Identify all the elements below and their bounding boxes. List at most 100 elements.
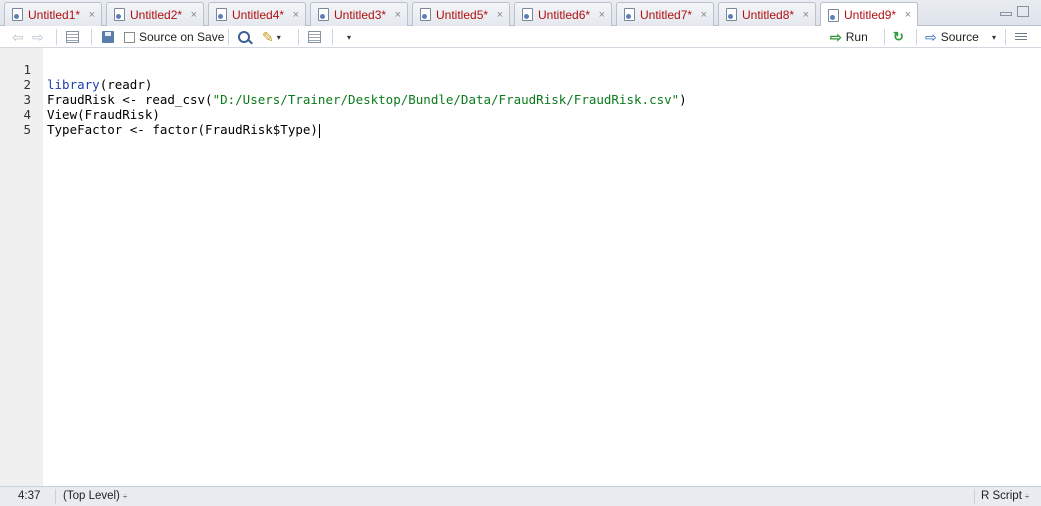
tab-untitled1[interactable]: Untitled1* × bbox=[4, 2, 102, 26]
toolbar-divider bbox=[1005, 29, 1006, 45]
tab-untitled3[interactable]: Untitled3* × bbox=[310, 2, 408, 26]
close-icon[interactable]: × bbox=[390, 9, 401, 21]
r-script-icon bbox=[420, 8, 431, 21]
close-icon[interactable]: × bbox=[84, 9, 95, 21]
close-icon[interactable]: × bbox=[492, 9, 503, 21]
more-options-button[interactable]: ▾ bbox=[344, 29, 351, 45]
status-bar: 4:37 (Top Level) ÷ R Script ÷ bbox=[0, 486, 1041, 506]
chevron-down-icon: ▾ bbox=[276, 32, 281, 42]
up-down-arrows-icon: ÷ bbox=[1024, 492, 1030, 501]
rerun-button[interactable]: ↻ bbox=[893, 29, 904, 45]
code-line[interactable]: 4 TypeFactor <- factor(FraudRisk$Type) bbox=[0, 92, 1041, 138]
tab-untitled2[interactable]: Untitled2* × bbox=[106, 2, 204, 26]
tab-label: Untitled9* bbox=[844, 8, 897, 22]
code-token: TypeFactor <- factor(FraudRisk$Type) bbox=[47, 122, 318, 137]
close-icon[interactable]: × bbox=[798, 9, 809, 21]
toolbar-divider bbox=[56, 29, 57, 45]
save-icon bbox=[102, 31, 114, 43]
code-editor[interactable]: 1 library(readr) 2 FraudRisk <- read_csv… bbox=[0, 48, 1041, 486]
toolbar-divider bbox=[228, 29, 229, 45]
run-label: Run bbox=[845, 30, 868, 44]
code-line[interactable]: 5 bbox=[0, 107, 1041, 137]
source-options-dropdown[interactable]: ▾ bbox=[989, 29, 996, 45]
find-replace-button[interactable] bbox=[238, 29, 250, 45]
toolbar-divider bbox=[91, 29, 92, 45]
document-outline-button[interactable] bbox=[1015, 29, 1027, 45]
tab-label: Untitled7* bbox=[640, 7, 693, 22]
editor-tab-bar: Untitled1* × Untitled2* × Untitled4* × U… bbox=[0, 0, 1041, 27]
file-type-label: R Script bbox=[981, 490, 1022, 502]
close-icon[interactable]: × bbox=[186, 9, 197, 21]
maximize-icon[interactable] bbox=[1017, 6, 1029, 17]
tab-untitled7[interactable]: Untitled7* × bbox=[616, 2, 714, 26]
close-icon[interactable]: × bbox=[594, 9, 605, 21]
r-script-icon bbox=[216, 8, 227, 21]
outline-icon bbox=[1015, 32, 1027, 42]
search-icon bbox=[238, 31, 250, 43]
up-down-arrows-icon: ÷ bbox=[122, 492, 128, 501]
toolbar-divider bbox=[298, 29, 299, 45]
tab-label: Untitled3* bbox=[334, 7, 387, 22]
code-tools-button[interactable]: ✎ ▾ bbox=[262, 29, 281, 45]
source-on-save-checkbox[interactable] bbox=[124, 31, 135, 43]
r-script-icon bbox=[522, 8, 533, 21]
save-button[interactable] bbox=[102, 29, 114, 45]
tab-untitled5[interactable]: Untitled5* × bbox=[412, 2, 510, 26]
status-divider bbox=[55, 489, 56, 504]
r-script-icon bbox=[624, 8, 635, 21]
toolbar-divider bbox=[332, 29, 333, 45]
close-icon[interactable]: × bbox=[288, 9, 299, 21]
scope-selector[interactable]: (Top Level) ÷ bbox=[63, 490, 127, 502]
source-arrow-icon: ⇨ bbox=[925, 28, 937, 45]
scope-label: (Top Level) bbox=[63, 490, 120, 502]
r-script-icon bbox=[828, 8, 839, 22]
source-label: Source bbox=[940, 30, 979, 44]
code-line[interactable]: 3 View(FraudRisk) bbox=[0, 77, 1041, 122]
minimize-icon[interactable] bbox=[1000, 12, 1012, 16]
tab-label: Untitled2* bbox=[130, 7, 183, 22]
r-script-icon bbox=[114, 8, 125, 21]
chevron-down-icon: ▾ bbox=[992, 32, 997, 42]
tab-label: Untitled6* bbox=[538, 7, 591, 22]
r-script-icon bbox=[12, 8, 23, 21]
tab-untitled9[interactable]: Untitled9* × bbox=[820, 2, 918, 27]
show-in-window-icon bbox=[66, 31, 79, 43]
tab-untitled4[interactable]: Untitled4* × bbox=[208, 2, 306, 26]
chevron-down-icon: ▾ bbox=[347, 32, 352, 42]
line-number: 5 bbox=[23, 122, 31, 137]
code-line[interactable]: 1 library(readr) bbox=[0, 47, 1041, 92]
cursor-position: 4:37 bbox=[18, 490, 41, 502]
toolbar-divider bbox=[916, 29, 917, 45]
tab-untitled8[interactable]: Untitled8* × bbox=[718, 2, 816, 26]
status-divider bbox=[974, 489, 975, 504]
r-script-icon bbox=[318, 8, 329, 21]
compile-report-button[interactable] bbox=[308, 29, 321, 45]
close-icon[interactable]: × bbox=[900, 9, 911, 21]
tab-label: Untitled4* bbox=[232, 7, 285, 22]
toolbar-divider bbox=[884, 29, 885, 45]
source-on-save-toggle[interactable]: Source on Save bbox=[124, 29, 224, 45]
show-in-new-window-button[interactable] bbox=[66, 29, 79, 45]
tab-label: Untitled8* bbox=[742, 7, 795, 22]
tab-label: Untitled5* bbox=[436, 7, 489, 22]
notebook-icon bbox=[308, 31, 321, 43]
tab-untitled6[interactable]: Untitled6* × bbox=[514, 2, 612, 26]
tab-label: Untitled1* bbox=[28, 7, 81, 22]
forward-arrow-icon: ⇨ bbox=[32, 28, 44, 45]
code-text[interactable]: TypeFactor <- factor(FraudRisk$Type) bbox=[47, 122, 320, 138]
r-script-icon bbox=[726, 8, 737, 21]
forward-button[interactable]: ⇨ bbox=[32, 29, 44, 45]
text-cursor bbox=[318, 123, 320, 138]
back-button[interactable]: ⇦ bbox=[12, 29, 24, 45]
source-on-save-label: Source on Save bbox=[139, 30, 225, 44]
close-icon[interactable]: × bbox=[696, 9, 707, 21]
back-arrow-icon: ⇦ bbox=[12, 28, 24, 45]
run-button[interactable]: ⇨ Run bbox=[830, 29, 868, 45]
magic-wand-icon: ✎ bbox=[262, 28, 274, 45]
file-type-selector[interactable]: R Script ÷ bbox=[981, 490, 1029, 502]
code-line[interactable]: 2 FraudRisk <- read_csv("D:/Users/Traine… bbox=[0, 62, 1041, 107]
source-button[interactable]: ⇨ Source bbox=[925, 29, 979, 45]
editor-toolbar: ⇦ ⇨ Source on Save ✎ ▾ ▾ ⇨ Run ↻ ⇨ Sourc… bbox=[0, 26, 1041, 48]
rerun-icon: ↻ bbox=[893, 29, 904, 44]
run-arrow-icon: ⇨ bbox=[830, 28, 842, 45]
